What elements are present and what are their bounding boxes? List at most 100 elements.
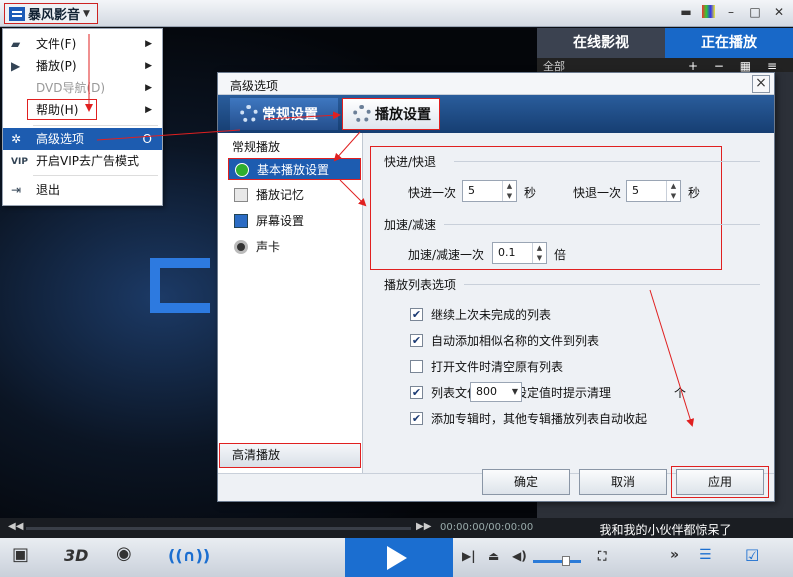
volume-slider[interactable]	[533, 560, 581, 563]
chevron-down-icon: ▼	[511, 387, 518, 396]
app-name: 暴风影音	[28, 8, 81, 23]
checkbox-box[interactable]: ✔	[410, 385, 423, 399]
checkbox-label: 自动添加相似名称的文件到列表	[431, 333, 600, 348]
settings-check-icon[interactable]: ☑	[745, 546, 759, 565]
toolbox-icon[interactable]: ▣	[12, 544, 29, 565]
tab-now-playing[interactable]: 正在播放	[665, 28, 793, 58]
menu-item-file[interactable]: ▰ 文件(F) ▶	[3, 33, 162, 55]
nav-item-sound-card[interactable]: 声卡	[228, 236, 361, 258]
window-controls: ▬ – □ ✕	[678, 4, 787, 20]
stepper-arrows-icon[interactable]: ▲ ▼	[502, 181, 516, 201]
close-button[interactable]: ✕	[771, 4, 787, 20]
watermark-logo-icon	[150, 258, 210, 313]
checkbox-collapse-albums[interactable]: ✔ 添加专辑时，其他专辑播放列表自动收起	[410, 410, 647, 426]
maximize-button[interactable]: □	[747, 4, 763, 20]
monitor-icon	[234, 214, 248, 228]
nav-group-normal-playback[interactable]: 常规播放	[232, 138, 280, 155]
checkbox-continue-list[interactable]: ✔ 继续上次未完成的列表	[410, 306, 551, 322]
menu-item-play[interactable]: ▶ 播放(P) ▶	[3, 55, 162, 77]
fast-forward-icon[interactable]: ▶▶	[416, 521, 431, 532]
checkbox-box[interactable]: ✔	[410, 333, 423, 347]
gear-icon	[240, 105, 258, 123]
expand-panel-icon[interactable]: »	[670, 547, 679, 563]
playlist-limit-select[interactable]: 800 ▼	[470, 382, 522, 402]
stepper-arrows-icon[interactable]: ▲ ▼	[666, 181, 680, 201]
title-bar: 暴风影音 ▼ ▬ – □ ✕	[0, 0, 793, 27]
advanced-options-dialog: 高级选项 × 常规设置 播放设置 常规播放 基本播放设置 播放记忆 屏幕设置 声…	[217, 72, 775, 502]
dialog-close-button[interactable]: ×	[752, 75, 770, 93]
backward-label: 快退一次	[573, 186, 622, 200]
backward-seconds-stepper[interactable]: 5 ▲ ▼	[626, 180, 681, 202]
app-menu-button[interactable]: 暴风影音 ▼	[4, 3, 98, 24]
nav-item-basic-playback[interactable]: 基本播放设置	[228, 158, 361, 180]
playlist-icon[interactable]: ☰	[699, 547, 712, 563]
checkbox-box[interactable]: ✔	[410, 307, 423, 321]
forward-seconds-stepper[interactable]: 5 ▲ ▼	[462, 180, 517, 202]
gear-icon: ✲	[11, 132, 22, 146]
folder-icon: ▰	[11, 37, 21, 51]
volume-knob[interactable]	[562, 556, 570, 566]
menu-item-vip[interactable]: VIP 开启VIP去广告模式	[3, 150, 162, 172]
tab-playback-settings[interactable]: 播放设置	[342, 98, 440, 130]
nav-item-label: 播放记忆	[256, 188, 305, 202]
eject-icon[interactable]: ⏏	[488, 549, 499, 563]
nav-item-playback-memory[interactable]: 播放记忆	[228, 184, 361, 206]
ok-button[interactable]: 确定	[482, 469, 570, 495]
skin-icon[interactable]	[702, 5, 715, 18]
volume-icon[interactable]: ◀)	[512, 549, 527, 563]
tab-general-settings[interactable]: 常规设置	[230, 98, 338, 130]
checkbox-label: 继续上次未完成的列表	[431, 307, 552, 322]
nav-item-screen-settings[interactable]: 屏幕设置	[228, 210, 361, 232]
play-button[interactable]	[345, 538, 453, 577]
highlight-box-apply	[671, 466, 769, 498]
menu-item-advanced-options[interactable]: ✲ 高级选项 O	[3, 128, 162, 150]
eye-icon[interactable]: ◉	[116, 543, 132, 564]
checkbox-label: 打开文件时清空原有列表	[431, 359, 564, 374]
message-icon[interactable]: ▬	[678, 4, 694, 20]
submenu-arrow-icon: ▶	[145, 83, 152, 93]
section-divider	[444, 224, 760, 225]
checkbox-label: 添加专辑时，其他专辑播放列表自动收起	[431, 411, 648, 426]
nav-item-label: 基本播放设置	[257, 163, 330, 177]
rate-label: 加速/减速一次	[408, 248, 485, 262]
forward-unit: 秒	[524, 186, 537, 200]
section-title-rate: 加速/减速	[384, 218, 437, 232]
stepper-arrows-icon[interactable]: ▲ ▼	[532, 243, 546, 263]
checkbox-clear-on-open[interactable]: 打开文件时清空原有列表	[410, 358, 563, 374]
3d-button[interactable]: 3D	[64, 546, 88, 565]
tab-label: 常规设置	[262, 107, 318, 123]
checkbox-box[interactable]	[410, 359, 423, 373]
playlist-action-icons[interactable]: + − ▦ ≡	[688, 59, 783, 73]
progress-track[interactable]	[26, 527, 411, 530]
menu-separator	[33, 175, 158, 176]
play-icon: ▶	[11, 59, 21, 73]
app-logo-icon	[9, 6, 25, 21]
play-circle-icon	[235, 163, 249, 177]
checkbox-box[interactable]: ✔	[410, 411, 423, 425]
minimize-button[interactable]: –	[723, 4, 739, 20]
nav-group-hd-playback[interactable]: 高清播放	[219, 443, 361, 468]
cancel-button[interactable]: 取消	[579, 469, 667, 495]
rate-stepper[interactable]: 0.1 ▲ ▼	[492, 242, 547, 264]
vip-icon: VIP	[11, 157, 28, 167]
checkbox-auto-add-similar[interactable]: ✔ 自动添加相似名称的文件到列表	[410, 332, 599, 348]
rate-unit: 倍	[554, 248, 567, 262]
menu-item-dvd[interactable]: DVD导航(D) ▶	[3, 77, 162, 99]
surround-sound-icon[interactable]: ((∩))	[168, 546, 210, 565]
menu-shortcut: O	[142, 132, 152, 146]
fullscreen-icon[interactable]: ⛶	[598, 549, 606, 564]
menu-item-label: 高级选项	[36, 132, 85, 146]
next-icon[interactable]: ▶|	[462, 549, 476, 563]
stepper-value: 5	[632, 184, 639, 197]
menu-item-label: DVD导航(D)	[36, 81, 106, 95]
dialog-tabs: 常规设置 播放设置	[218, 95, 774, 133]
settings-content: 快进/快退 快进一次 5 ▲ ▼ 秒 快退一次 5 ▲ ▼ 秒 加速/减速 加速/减…	[364, 133, 774, 473]
tab-label: 播放设置	[375, 107, 431, 123]
nav-item-label: 声卡	[256, 240, 281, 254]
section-divider	[464, 284, 760, 285]
menu-item-exit[interactable]: ⇥ 退出	[3, 179, 162, 201]
tab-online-video[interactable]: 在线影视	[537, 28, 665, 58]
memory-icon	[234, 188, 248, 202]
gear-icon	[353, 105, 371, 123]
rewind-icon[interactable]: ◀◀	[8, 521, 23, 532]
